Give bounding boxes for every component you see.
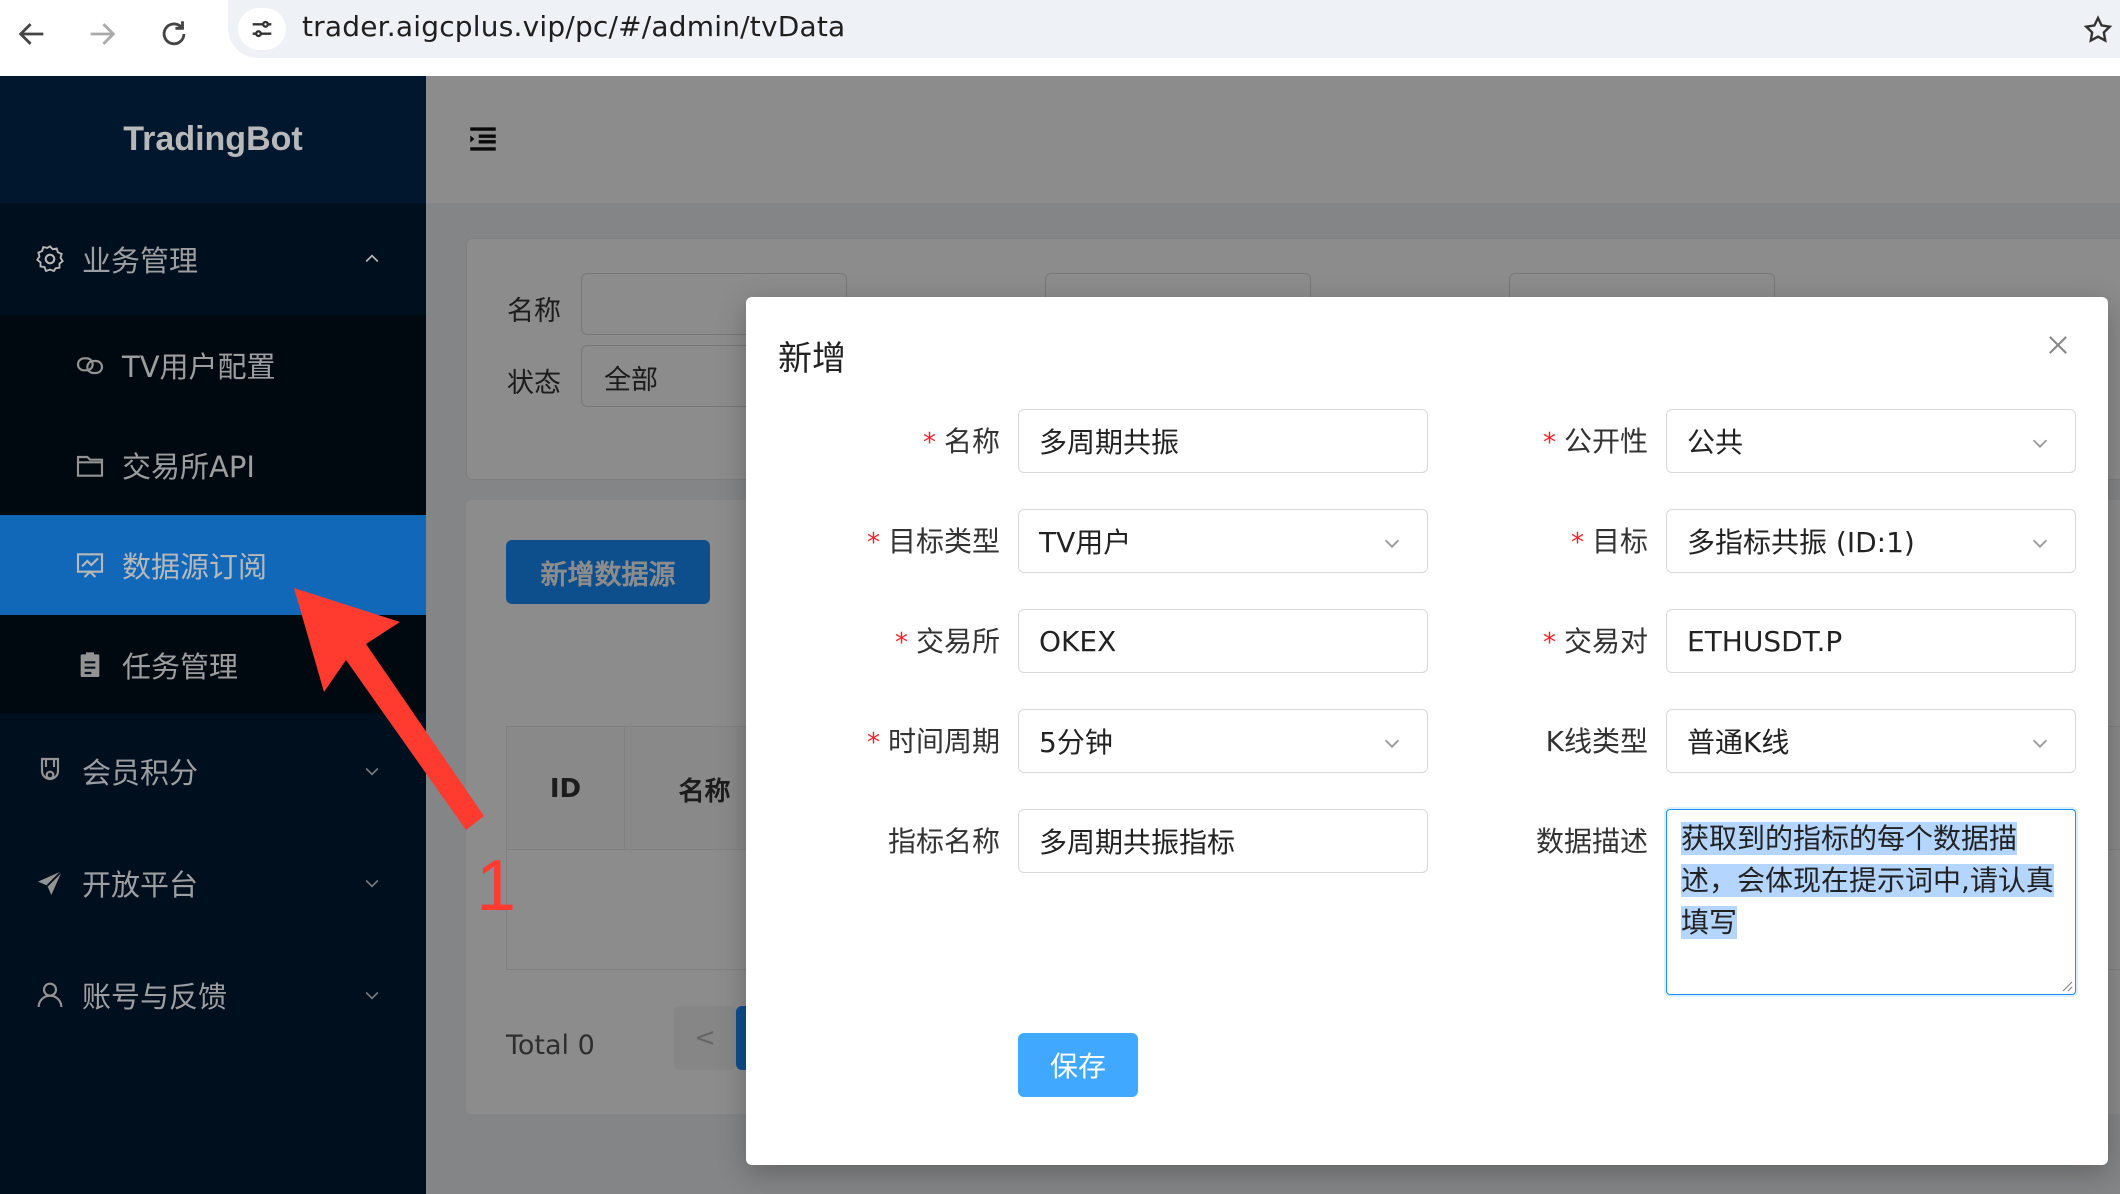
target-value: 多指标共振 (ID:1)	[1687, 526, 1915, 559]
dialog-title: 新增	[778, 339, 846, 379]
target-type-label: * 目标类型	[867, 520, 1000, 560]
required-mark: *	[866, 528, 880, 558]
name-input[interactable]: 多周期共振	[1018, 409, 1428, 473]
target-label: * 目标	[1571, 520, 1648, 560]
description-label-text: 数据描述	[1535, 825, 1648, 858]
chevron-down-icon	[1384, 539, 1400, 548]
indicator-input[interactable]: 多周期共振指标	[1018, 809, 1428, 873]
indicator-label: 指标名称	[888, 820, 1000, 860]
description-value: 获取到的指标的每个数据描述，会体现在提示词中,请认真填写	[1681, 822, 2054, 939]
annotation-arrow-icon	[294, 588, 484, 830]
name-label-text: 名称	[943, 425, 1000, 458]
target-type-value: TV用户	[1039, 526, 1132, 559]
exchange-label: * 交易所	[895, 620, 1000, 660]
visibility-label-text: 公开性	[1563, 425, 1648, 458]
browser-toolbar: trader.aigcplus.vip/pc/#/admin/tvData	[0, 0, 2120, 76]
resize-grip-icon[interactable]	[2059, 978, 2073, 992]
description-label: 数据描述	[1536, 820, 1648, 860]
arrow-right-icon	[90, 23, 116, 45]
visibility-select[interactable]: 公共	[1666, 409, 2076, 473]
required-mark: *	[1542, 628, 1556, 658]
save-button[interactable]: 保存	[1018, 1033, 1138, 1097]
chevron-down-icon	[2032, 539, 2048, 548]
kline-select[interactable]: 普通K线	[1666, 709, 2076, 773]
pair-label-text: 交易对	[1563, 625, 1648, 658]
required-mark: *	[922, 428, 936, 458]
exchange-input[interactable]: OKEX	[1018, 609, 1428, 673]
back-button[interactable]	[2, 6, 62, 62]
exchange-label-text: 交易所	[915, 625, 1000, 658]
target-type-label-text: 目标类型	[887, 525, 1000, 558]
period-value: 5分钟	[1039, 726, 1113, 759]
add-dialog: 新增 * 名称 多周期共振 * 目标类型 TV用户 * 交易所 OKEX * 时间周期 …	[746, 297, 2108, 1165]
period-label-text: 时间周期	[887, 725, 1000, 758]
url-text[interactable]: trader.aigcplus.vip/pc/#/admin/tvData	[302, 10, 845, 43]
close-icon	[2049, 336, 2067, 354]
kline-label-text: K线类型	[1545, 725, 1648, 758]
required-mark: *	[1570, 528, 1584, 558]
kline-label: K线类型	[1546, 720, 1648, 760]
period-select[interactable]: 5分钟	[1018, 709, 1428, 773]
description-textarea[interactable]: 获取到的指标的每个数据描述，会体现在提示词中,请认真填写	[1666, 809, 2076, 995]
period-label: * 时间周期	[867, 720, 1000, 760]
pair-input[interactable]: ETHUSDT.P	[1666, 609, 2076, 673]
chevron-down-icon	[2032, 439, 2048, 448]
annotation-number: 1	[476, 846, 517, 926]
indicator-label-text: 指标名称	[887, 825, 1000, 858]
target-label-text: 目标	[1591, 525, 1648, 558]
chevron-down-icon	[1384, 739, 1400, 748]
name-label: * 名称	[923, 420, 1000, 460]
tune-icon	[252, 20, 272, 38]
site-info-button[interactable]	[238, 8, 286, 50]
close-button[interactable]	[2038, 325, 2078, 365]
target-type-select[interactable]: TV用户	[1018, 509, 1428, 573]
target-select[interactable]: 多指标共振 (ID:1)	[1666, 509, 2076, 573]
chevron-down-icon	[2032, 739, 2048, 748]
bookmark-button[interactable]	[2076, 8, 2120, 52]
required-mark: *	[1542, 428, 1556, 458]
reload-icon	[162, 21, 186, 46]
visibility-value: 公共	[1687, 426, 1744, 459]
star-icon	[2083, 15, 2113, 43]
visibility-label: * 公开性	[1543, 420, 1648, 460]
required-mark: *	[894, 628, 908, 658]
reload-button[interactable]	[144, 6, 204, 62]
required-mark: *	[866, 728, 880, 758]
kline-value: 普通K线	[1687, 726, 1790, 759]
arrow-left-icon	[18, 23, 44, 45]
forward-button[interactable]	[72, 6, 132, 62]
pair-label: * 交易对	[1543, 620, 1648, 660]
